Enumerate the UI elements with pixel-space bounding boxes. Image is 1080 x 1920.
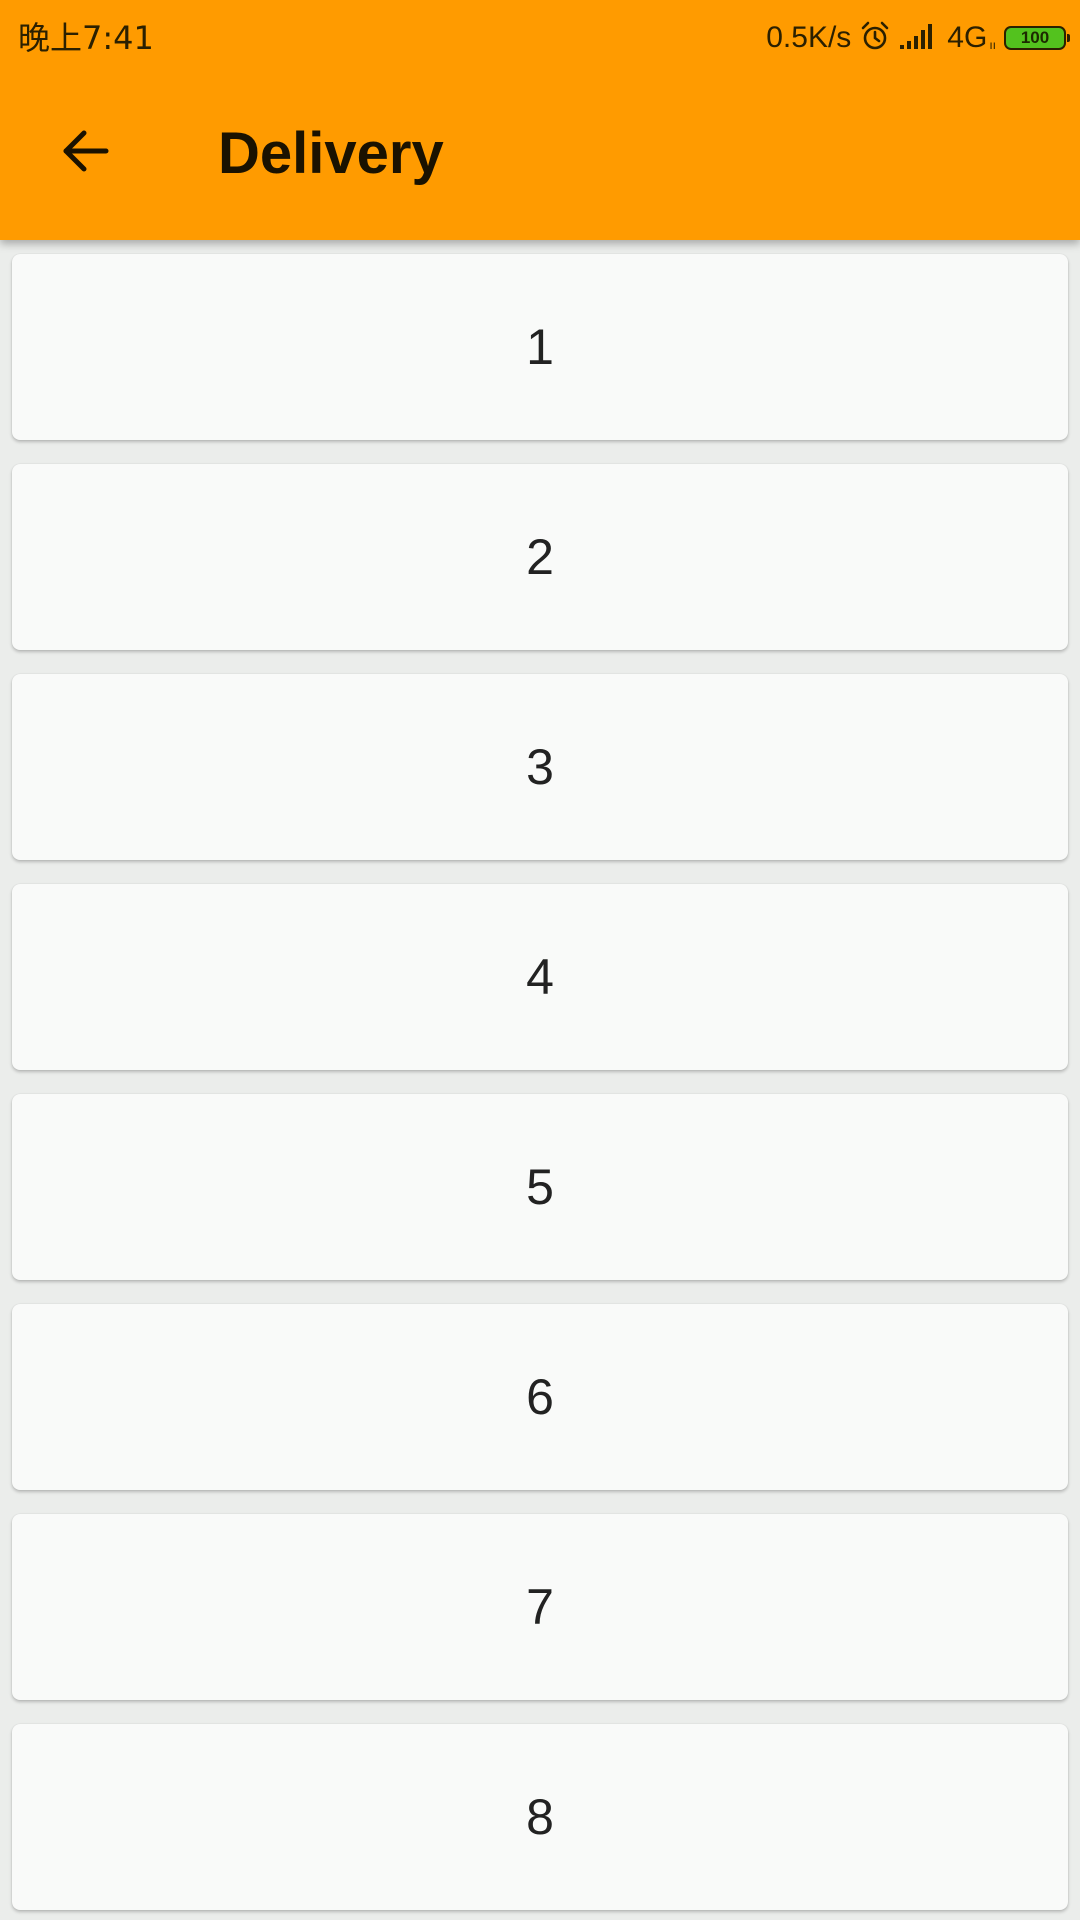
screen: 晚上7:41 0.5K/s 4G ıı 100 Delivery 1 2 3 4… (0, 0, 1080, 1920)
list-item-label: 7 (526, 1579, 554, 1635)
battery-level: 100 (1020, 28, 1050, 47)
status-time: 晚上7:41 (18, 19, 154, 57)
arrow-left-icon (58, 124, 112, 183)
network-type-label: 4G (947, 21, 988, 54)
list-item[interactable]: 2 (12, 464, 1068, 650)
list-item[interactable]: 7 (12, 1514, 1068, 1700)
list-item-label: 3 (526, 739, 554, 795)
list-item[interactable]: 1 (12, 254, 1068, 440)
list-item-label: 6 (526, 1369, 554, 1425)
app-bar: 晚上7:41 0.5K/s 4G ıı 100 Delivery (0, 0, 1080, 240)
status-icons: 0.5K/s 4G ıı 100 (766, 18, 1070, 58)
list-item-label: 5 (526, 1159, 554, 1215)
back-button[interactable] (40, 108, 130, 198)
list-item-label: 8 (526, 1789, 554, 1845)
list-item-label: 1 (526, 319, 554, 375)
network-activity: ıı (989, 38, 996, 52)
list-item-label: 4 (526, 949, 554, 1005)
page-title: Delivery (218, 121, 444, 186)
alarm-clock-icon (859, 20, 891, 57)
network-type: 4G ıı (947, 18, 996, 58)
list-item[interactable]: 3 (12, 674, 1068, 860)
signal-bars-icon (899, 21, 939, 56)
list-item[interactable]: 8 (12, 1724, 1068, 1910)
battery-icon: 100 (1004, 26, 1070, 50)
list-item[interactable]: 4 (12, 884, 1068, 1070)
status-bar: 晚上7:41 0.5K/s 4G ıı 100 (0, 0, 1080, 76)
list-item[interactable]: 6 (12, 1304, 1068, 1490)
toolbar: Delivery (0, 76, 1080, 240)
list-item[interactable]: 5 (12, 1094, 1068, 1280)
list-item-label: 2 (526, 529, 554, 585)
network-speed: 0.5K/s (766, 21, 852, 54)
